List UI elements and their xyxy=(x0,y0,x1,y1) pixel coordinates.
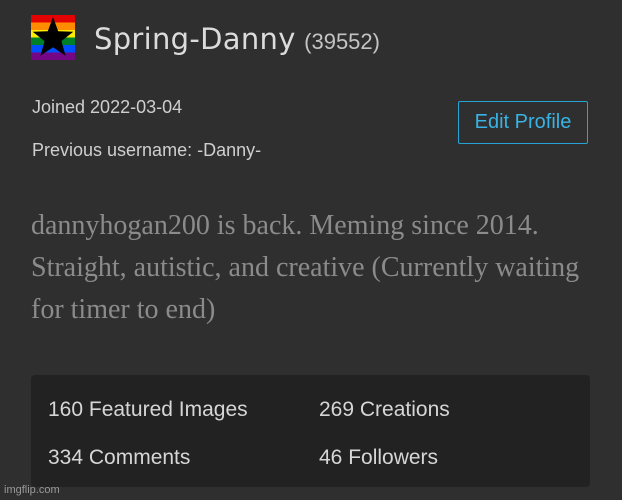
username: Spring-Danny xyxy=(94,22,296,56)
user-points: (39552) xyxy=(304,29,380,54)
stat-creations[interactable]: 269 Creations xyxy=(319,398,450,422)
joined-date: Joined 2022-03-04 xyxy=(32,97,183,117)
stats-panel: 160 Featured Images 269 Creations 334 Co… xyxy=(31,375,590,487)
previous-username: Previous username: -Danny- xyxy=(32,140,262,160)
rainbow-star-icon xyxy=(31,15,75,60)
stat-featured-images[interactable]: 160 Featured Images xyxy=(48,398,248,422)
username-row: Spring-Danny (39552) xyxy=(94,19,380,65)
imgflip-watermark: imgflip.com xyxy=(4,484,60,496)
stat-followers[interactable]: 46 Followers xyxy=(319,446,438,470)
profile-bio: dannyhogan200 is back. Meming since 2014… xyxy=(31,210,580,325)
stat-comments[interactable]: 334 Comments xyxy=(48,446,190,470)
edit-profile-button[interactable]: Edit Profile xyxy=(458,101,588,144)
